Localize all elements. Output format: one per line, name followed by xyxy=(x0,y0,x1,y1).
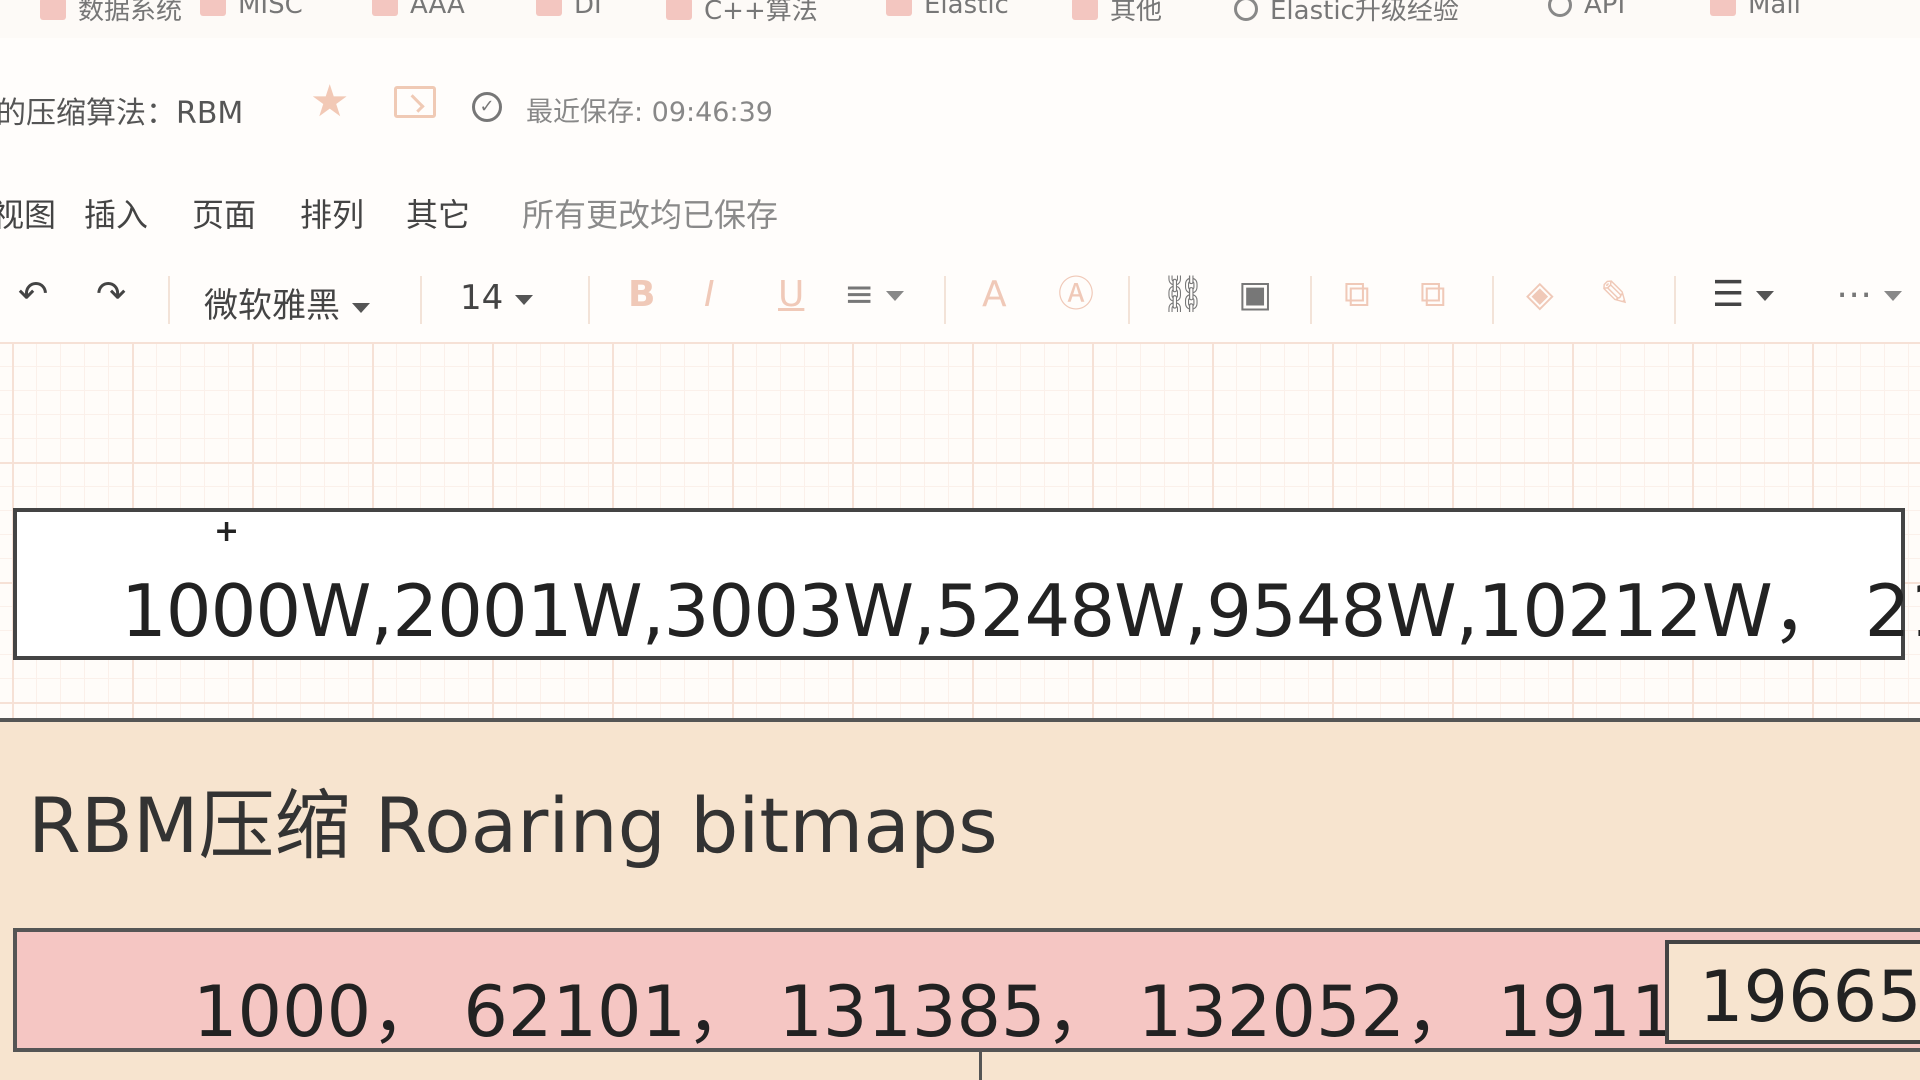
toolbar-separator xyxy=(420,276,422,324)
numbers-box-text: 1000W,2001W,3003W,5248W,9548W,10212W， 21… xyxy=(121,569,1920,653)
folder-icon xyxy=(372,0,398,16)
bookmark-item[interactable]: AAA xyxy=(372,0,465,20)
toolbar-separator xyxy=(1310,276,1312,324)
align-icon[interactable]: ≡ xyxy=(844,272,905,318)
send-back-icon[interactable]: ⧉ xyxy=(1420,272,1446,318)
font-size-select[interactable]: 14 xyxy=(460,278,534,318)
fill-icon[interactable]: ◈ xyxy=(1526,272,1554,318)
bookmark-item[interactable]: DI xyxy=(536,0,602,20)
folder-icon xyxy=(1710,0,1736,16)
bookmark-item[interactable]: Mail xyxy=(1710,0,1801,20)
redo-icon[interactable]: ↷ xyxy=(96,272,126,318)
folder-icon xyxy=(536,0,562,16)
link-icon[interactable]: ⛓ xyxy=(1160,272,1206,318)
bring-front-icon[interactable]: ⧉ xyxy=(1344,272,1370,318)
saved-check-icon: ✓ xyxy=(472,92,502,122)
cursor-crosshair-icon: + xyxy=(214,514,240,549)
globe-icon xyxy=(1548,0,1572,17)
bold-icon[interactable]: B xyxy=(628,272,655,318)
menu-page[interactable]: 页面 xyxy=(192,190,256,236)
bookmark-item[interactable]: Elastic升级经验 xyxy=(1234,0,1459,27)
move-folder-icon[interactable] xyxy=(394,86,436,118)
highlighted-value-box[interactable]: 196658 xyxy=(1665,940,1920,1044)
italic-icon[interactable]: I xyxy=(704,272,715,318)
toolbar-separator xyxy=(1492,276,1494,324)
chevron-down-icon xyxy=(1884,291,1902,301)
line-weight-icon[interactable]: ☰ xyxy=(1712,272,1775,318)
values-row-text: 1000， 62101， 131385， 132052， 191173， xyxy=(193,971,1835,1053)
font-family-select[interactable]: 微软雅黑 xyxy=(204,278,370,327)
chevron-down-icon xyxy=(1756,291,1775,301)
toolbar: ↶ ↷ 微软雅黑 14 B I U ≡ A Ⓐ ⛓ ▣ ⧉ ⧉ ◈ ✎ ☰ ⋯ xyxy=(0,248,1920,343)
undo-icon[interactable]: ↶ xyxy=(18,272,48,318)
menu-arrange[interactable]: 排列 xyxy=(300,190,364,236)
folder-icon xyxy=(666,0,692,20)
bookmark-item[interactable]: C++算法 xyxy=(666,0,818,27)
folder-icon xyxy=(1072,0,1098,20)
bookmark-item[interactable]: API xyxy=(1548,0,1625,20)
menu-view[interactable]: 视图 xyxy=(0,190,56,236)
bookmark-item[interactable]: MISC xyxy=(200,0,303,20)
values-row[interactable]: 1000， 62101， 131385， 132052， 191173， 196… xyxy=(13,928,1920,1053)
star-icon[interactable]: ★ xyxy=(310,80,349,124)
toolbar-separator xyxy=(588,276,590,324)
save-status: 最近保存: 09:46:39 xyxy=(526,97,773,128)
title-bar xyxy=(0,38,1920,173)
text-bg-icon[interactable]: Ⓐ xyxy=(1058,272,1094,318)
menu-bar xyxy=(0,172,1920,249)
chevron-down-icon xyxy=(352,302,370,313)
menu-other[interactable]: 其它 xyxy=(406,190,470,236)
chevron-down-icon xyxy=(515,294,534,305)
underline-icon[interactable]: U xyxy=(778,272,804,318)
font-color-icon[interactable]: A xyxy=(982,272,1007,318)
menu-insert[interactable]: 插入 xyxy=(84,190,148,236)
line-color-icon[interactable]: ✎ xyxy=(1600,272,1630,318)
globe-icon xyxy=(1234,0,1258,21)
bookmark-item[interactable]: Elastic xyxy=(886,0,1009,20)
line-style-icon[interactable]: ⋯ xyxy=(1836,272,1902,318)
rbm-section[interactable]: RBM压缩 Roaring bitmaps 1000， 62101， 13138… xyxy=(0,722,1920,1080)
numbers-box[interactable]: 1000W,2001W,3003W,5248W,9548W,10212W， 21… xyxy=(13,508,1920,660)
menu-save-status: 所有更改均已保存 xyxy=(522,196,779,234)
toolbar-separator xyxy=(168,276,170,324)
bookmark-item[interactable]: 其他 xyxy=(1072,0,1162,27)
chevron-down-icon xyxy=(886,291,905,301)
connector-line xyxy=(979,1050,982,1080)
toolbar-separator xyxy=(1128,276,1130,324)
bookmarks-bar: 数据系统 MISC AAA DI C++算法 Elastic 其他 Elasti… xyxy=(0,0,1920,39)
toolbar-separator xyxy=(944,276,946,324)
folder-icon xyxy=(886,0,912,16)
toolbar-separator xyxy=(1674,276,1676,324)
image-icon[interactable]: ▣ xyxy=(1238,272,1272,318)
folder-icon xyxy=(40,0,66,20)
section-title: RBM压缩 Roaring bitmaps xyxy=(28,781,998,870)
document-title[interactable]: 的压缩算法：RBM xyxy=(0,88,243,132)
folder-icon xyxy=(200,0,226,16)
bookmark-item[interactable]: 数据系统 xyxy=(40,0,182,27)
